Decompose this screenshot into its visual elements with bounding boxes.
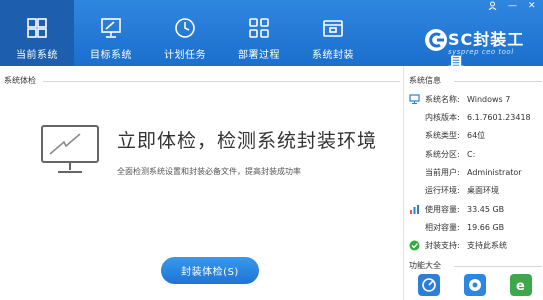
tab-label: 部署过程 (238, 50, 280, 61)
info-value: 64位 (467, 130, 486, 140)
info-key: 当前用户: (425, 167, 460, 177)
info-value: 桌面环境 (467, 185, 499, 195)
info-value: Administrator (467, 167, 522, 177)
info-key: 运行环境: (425, 185, 460, 195)
package-check-button[interactable]: 封装体检(S) (161, 257, 259, 284)
svg-text:e: e (516, 279, 525, 294)
bar-chart-icon (410, 205, 419, 214)
clock-icon (174, 17, 196, 39)
top-bar: 当前系统 目标系统 计划任务 部署过程 系统封装 — ✕ SC封装工具 sysp… (0, 0, 543, 73)
info-value: Windows 7 (467, 94, 511, 104)
tab-current-system[interactable]: 当前系统 (0, 0, 74, 66)
info-key: 使用容量: (425, 204, 460, 214)
section-label-tools: 功能大全 (409, 261, 441, 270)
monitor-icon (409, 94, 420, 104)
info-value: C: (467, 149, 476, 159)
tab-deploy-process[interactable]: 部署过程 (222, 0, 296, 66)
info-value: 6.1.7601.23418 (467, 112, 531, 122)
package-icon (322, 17, 344, 39)
section-divider (454, 266, 542, 267)
check-circle-icon (409, 240, 420, 251)
main-nav: 当前系统 目标系统 计划任务 部署过程 系统封装 (0, 0, 370, 66)
info-value: 33.45 GB (467, 204, 505, 214)
info-key: 内核版本: (425, 112, 460, 122)
grid-icon (248, 17, 270, 39)
page-title: 立即体检，检测系统封装环境 (117, 130, 378, 152)
info-value: 19.66 GB (467, 222, 505, 232)
info-value: 支持此系统 (467, 240, 507, 250)
info-key: 系统类型: (425, 130, 460, 140)
tab-scheduled-tasks[interactable]: 计划任务 (148, 0, 222, 66)
close-button[interactable]: ✕ (528, 1, 536, 11)
info-key: 系统名称: (425, 94, 460, 104)
monitor-icon (100, 17, 122, 39)
brand-subtitle: sysprep ceo tool (448, 48, 514, 56)
tool-settings-icon[interactable] (464, 274, 486, 296)
monitor-icon (41, 125, 99, 173)
page-description: 全面检测系统设置和封装必备文件，提高封装成功率 (117, 167, 301, 176)
section-label-system-check: 系统体检 (4, 76, 36, 85)
person-icon[interactable] (488, 1, 497, 13)
section-label-system-info: 系统信息 (409, 76, 441, 85)
tool-disk-icon[interactable] (418, 274, 440, 296)
brand-logo-icon (425, 29, 447, 51)
brand: SC封装工具 sysprep ceo tool (422, 24, 540, 73)
tab-label: 计划任务 (164, 50, 206, 61)
info-key: 系统分区: (425, 149, 460, 159)
info-key: 相对容量: (425, 222, 460, 232)
info-key: 封装支持: (425, 240, 460, 250)
tab-system-package[interactable]: 系统封装 (296, 0, 370, 66)
tab-target-system[interactable]: 目标系统 (74, 0, 148, 66)
tab-label: 当前系统 (16, 50, 58, 61)
tab-label: 目标系统 (90, 50, 132, 61)
tool-ie-icon[interactable]: e (510, 274, 532, 296)
minimize-button[interactable]: — (508, 1, 517, 11)
windows-icon (26, 17, 48, 39)
section-divider (43, 81, 400, 82)
section-divider (454, 81, 542, 82)
tab-label: 系统封装 (312, 50, 354, 61)
system-info-panel: 系统信息 系统名称: Windows 7 内核版本: 6.1.7601.2341… (403, 66, 543, 300)
